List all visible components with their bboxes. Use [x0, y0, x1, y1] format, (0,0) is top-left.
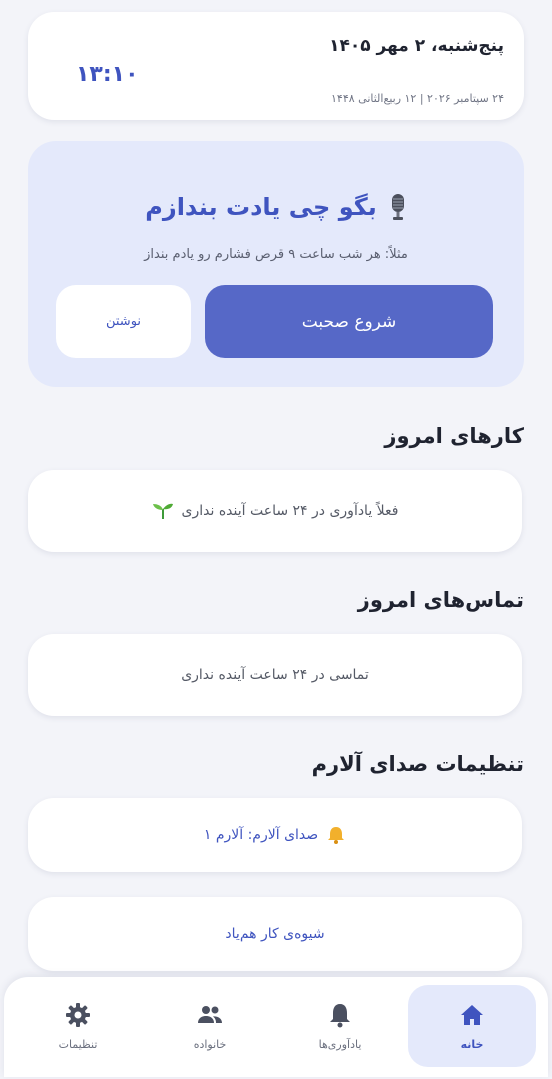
today-calls-empty-text: تماسی در ۲۴ ساعت آینده نداری: [181, 667, 369, 683]
bottom-navigation: خانه یادآوری‌ها خانواده: [4, 977, 548, 1077]
clock: ۱۳:۱۰: [76, 62, 139, 87]
app-screen: پنج‌شنبه، ۲ مهر ۱۴۰۵ ۲۴ سپتامبر ۲۰۲۶ | ۱…: [0, 0, 552, 1079]
home-icon: [461, 1004, 483, 1025]
voice-example-hint: مثلاً: هر شب ساعت ۹ قرص فشارم رو یادم بن…: [144, 247, 408, 262]
today-tasks-empty-text: فعلاً یادآوری در ۲۴ ساعت آینده نداری: [181, 503, 399, 519]
nav-home[interactable]: خانه: [408, 985, 536, 1067]
nav-home-label: خانه: [460, 1037, 484, 1051]
bell-icon: [326, 825, 346, 845]
alarm-sound-row: صدای آلارم: آلارم ۱: [204, 825, 346, 845]
companion-mode-card[interactable]: شیوه‌ی کار هم‌یاد: [28, 897, 522, 971]
gear-icon: [66, 1002, 90, 1027]
nav-settings[interactable]: تنظیمات: [14, 985, 142, 1067]
alarm-sound-card[interactable]: صدای آلارم: آلارم ۱: [28, 798, 522, 872]
microphone-icon: [389, 193, 407, 221]
nav-settings-label: تنظیمات: [58, 1037, 98, 1051]
companion-mode-label: شیوه‌ی کار هم‌یاد: [225, 926, 325, 942]
people-icon: [198, 1005, 222, 1023]
voice-title: بگو چی یادت بندازم: [145, 193, 377, 221]
today-calls-title: تماس‌های امروز: [357, 588, 524, 612]
date-card: پنج‌شنبه، ۲ مهر ۱۴۰۵ ۲۴ سپتامبر ۲۰۲۶ | ۱…: [28, 12, 524, 120]
sprout-icon: [152, 502, 174, 520]
nav-family[interactable]: خانواده: [146, 985, 274, 1067]
today-tasks-empty: فعلاً یادآوری در ۲۴ ساعت آینده نداری: [152, 502, 399, 520]
persian-date: پنج‌شنبه، ۲ مهر ۱۴۰۵: [329, 36, 504, 56]
nav-reminders-label: یادآوری‌ها: [318, 1037, 362, 1051]
bell-icon: [330, 1003, 350, 1027]
start-talking-button[interactable]: شروع صحبت: [205, 285, 493, 358]
write-button[interactable]: نوشتن: [56, 285, 191, 358]
alarm-settings-title: تنظیمات صدای آلارم: [311, 752, 524, 776]
secondary-dates: ۲۴ سپتامبر ۲۰۲۶ | ۱۲ ربیع‌الثانی ۱۴۴۸: [331, 92, 504, 105]
today-tasks-card: فعلاً یادآوری در ۲۴ ساعت آینده نداری: [28, 470, 522, 552]
voice-reminder-card: بگو چی یادت بندازم مثلاً: هر شب ساعت ۹ ق…: [28, 141, 524, 387]
nav-reminders[interactable]: یادآوری‌ها: [276, 985, 404, 1067]
nav-family-label: خانواده: [193, 1037, 227, 1051]
voice-title-row: بگو چی یادت بندازم: [28, 193, 524, 221]
today-calls-card: تماسی در ۲۴ ساعت آینده نداری: [28, 634, 522, 716]
today-tasks-title: کارهای امروز: [384, 424, 524, 448]
alarm-sound-label: صدای آلارم: آلارم ۱: [203, 827, 319, 843]
